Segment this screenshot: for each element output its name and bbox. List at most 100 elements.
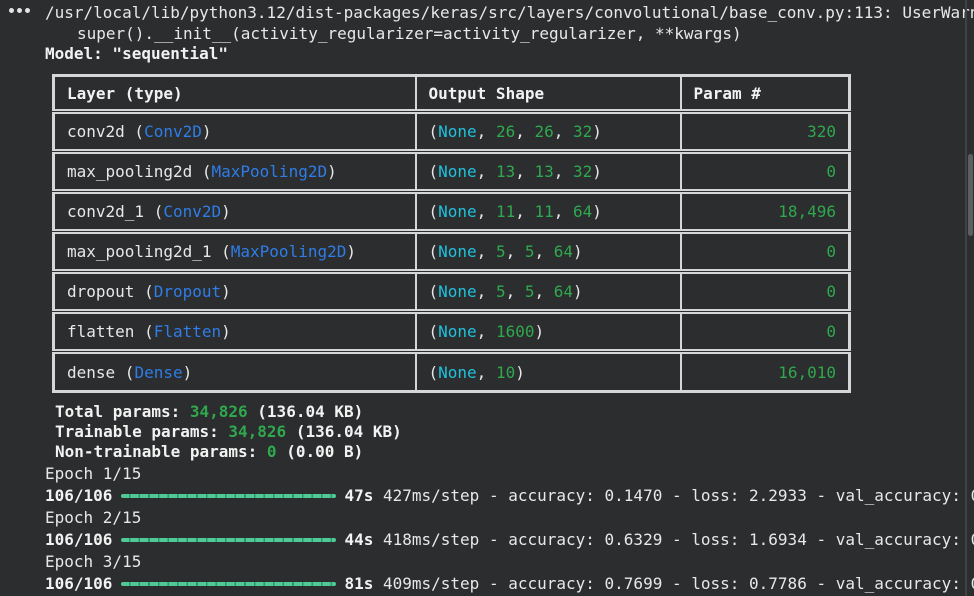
layer-cell: max_pooling2d_1 (MaxPooling2D) [54, 232, 416, 272]
param-count-cell: 0 [681, 312, 850, 352]
layer-name: max_pooling2d [67, 162, 192, 181]
step-counter: 106/106 [45, 485, 112, 507]
params-total-line: Trainable params: 34,826 (136.04 KB) [55, 422, 402, 442]
table-row: conv2d (Conv2D)(None, 26, 26, 32)320 [54, 112, 850, 152]
param-count-cell: 16,010 [681, 352, 850, 392]
epoch-time: 44s [344, 529, 373, 551]
col-header-output-shape: Output Shape [416, 76, 681, 112]
col-header-layer-type: Layer (type) [54, 76, 416, 112]
epoch-label: Epoch 1/15 [45, 463, 974, 485]
total-value: 34,826 [228, 422, 286, 441]
layer-class: Conv2D [144, 122, 202, 141]
param-count-cell: 18,496 [681, 192, 850, 232]
params-total-line: Non-trainable params: 0 (0.00 B) [55, 442, 402, 462]
shape-dim: 64 [554, 242, 573, 261]
layer-name: dropout [67, 282, 134, 301]
layer-name: flatten [67, 322, 134, 341]
total-size: (0.00 B) [277, 442, 364, 461]
layer-class: Dropout [154, 282, 221, 301]
layer-class: Dense [134, 363, 182, 382]
progress-bar [121, 582, 336, 586]
layer-cell: dense (Dense) [54, 352, 416, 392]
table-row: conv2d_1 (Conv2D)(None, 11, 11, 64)18,49… [54, 192, 850, 232]
scrollbar-thumb[interactable] [968, 154, 973, 236]
output-shape-cell: (None, 11, 11, 64) [416, 192, 681, 232]
param-count-cell: 0 [681, 152, 850, 192]
layer-cell: flatten (Flatten) [54, 312, 416, 352]
epoch-label: Epoch 2/15 [45, 507, 974, 529]
ellipsis-dot [25, 8, 30, 13]
ellipsis-dot [9, 8, 14, 13]
output-shape-cell: (None, 13, 13, 32) [416, 152, 681, 192]
layer-class: Flatten [154, 322, 221, 341]
layer-class: Conv2D [163, 202, 221, 221]
layer-name: conv2d_1 [67, 202, 144, 221]
total-size: (136.04 KB) [248, 402, 364, 421]
epoch-time: 47s [344, 485, 373, 507]
output-shape-cell: (None, 5, 5, 64) [416, 232, 681, 272]
output-shape-cell: (None, 10) [416, 352, 681, 392]
output-shape-cell: (None, 5, 5, 64) [416, 272, 681, 312]
params-totals: Total params: 34,826 (136.04 KB)Trainabl… [55, 402, 402, 462]
notebook-output-area: /usr/local/lib/python3.12/dist-packages/… [0, 0, 974, 596]
shape-dim: 32 [573, 122, 592, 141]
step-counter: 106/106 [45, 529, 112, 551]
shape-dim: 26 [534, 122, 553, 141]
progress-bar [121, 494, 336, 498]
epoch-metrics: 427ms/step - accuracy: 0.1470 - loss: 2.… [373, 485, 974, 507]
col-header-param-count: Param # [681, 76, 850, 112]
param-count-cell: 320 [681, 112, 850, 152]
batch-dim: None [438, 162, 477, 181]
model-title: Model: "sequential" [45, 44, 228, 63]
output-options-ellipsis-icon[interactable] [9, 8, 30, 13]
epoch-time: 81s [344, 573, 373, 595]
shape-dim: 13 [534, 162, 553, 181]
layer-cell: conv2d (Conv2D) [54, 112, 416, 152]
epoch-label: Epoch 3/15 [45, 551, 974, 573]
shape-dim: 32 [573, 162, 592, 181]
warning-path-line: /usr/local/lib/python3.12/dist-packages/… [45, 3, 974, 22]
shape-dim: 11 [496, 202, 515, 221]
param-count-cell: 0 [681, 272, 850, 312]
output-right-divider [965, 0, 967, 596]
batch-dim: None [438, 202, 477, 221]
params-total-line: Total params: 34,826 (136.04 KB) [55, 402, 402, 422]
layer-name: dense [67, 363, 115, 382]
table-row: max_pooling2d (MaxPooling2D)(None, 13, 1… [54, 152, 850, 192]
epoch-progress-line: 106/106 81s 409ms/step - accuracy: 0.7699… [45, 573, 974, 595]
shape-dim: 10 [496, 363, 515, 382]
batch-dim: None [438, 122, 477, 141]
epoch-progress-line: 106/106 44s 418ms/step - accuracy: 0.6329… [45, 529, 974, 551]
total-size: (136.04 KB) [286, 422, 402, 441]
batch-dim: None [438, 363, 477, 382]
table-row: dense (Dense)(None, 10)16,010 [54, 352, 850, 392]
step-counter: 106/106 [45, 573, 112, 595]
table-row: max_pooling2d_1 (MaxPooling2D)(None, 5, … [54, 232, 850, 272]
total-label: Total params: [55, 402, 190, 421]
shape-dim: 13 [496, 162, 515, 181]
shape-dim: 26 [496, 122, 515, 141]
total-label: Trainable params: [55, 422, 228, 441]
total-value: 0 [267, 442, 277, 461]
model-summary-table: Layer (type) Output Shape Param # conv2d… [52, 74, 851, 393]
output-shape-cell: (None, 1600) [416, 312, 681, 352]
epoch-metrics: 409ms/step - accuracy: 0.7699 - loss: 0.… [373, 573, 974, 595]
layer-cell: max_pooling2d (MaxPooling2D) [54, 152, 416, 192]
table-header-row: Layer (type) Output Shape Param # [54, 76, 850, 112]
layer-cell: dropout (Dropout) [54, 272, 416, 312]
training-log: Epoch 1/15106/10647s 427ms/step - accura… [45, 463, 974, 595]
progress-bar [121, 538, 336, 542]
shape-dim: 5 [496, 282, 506, 301]
shape-dim: 64 [554, 282, 573, 301]
shape-dim: 1600 [496, 322, 535, 341]
output-shape-cell: (None, 26, 26, 32) [416, 112, 681, 152]
batch-dim: None [438, 282, 477, 301]
epoch-metrics: 418ms/step - accuracy: 0.6329 - loss: 1.… [373, 529, 974, 551]
shape-dim: 64 [573, 202, 592, 221]
batch-dim: None [438, 242, 477, 261]
shape-dim: 11 [534, 202, 553, 221]
layer-name: conv2d [67, 122, 125, 141]
ellipsis-dot [17, 8, 22, 13]
param-count-cell: 0 [681, 232, 850, 272]
batch-dim: None [438, 322, 477, 341]
